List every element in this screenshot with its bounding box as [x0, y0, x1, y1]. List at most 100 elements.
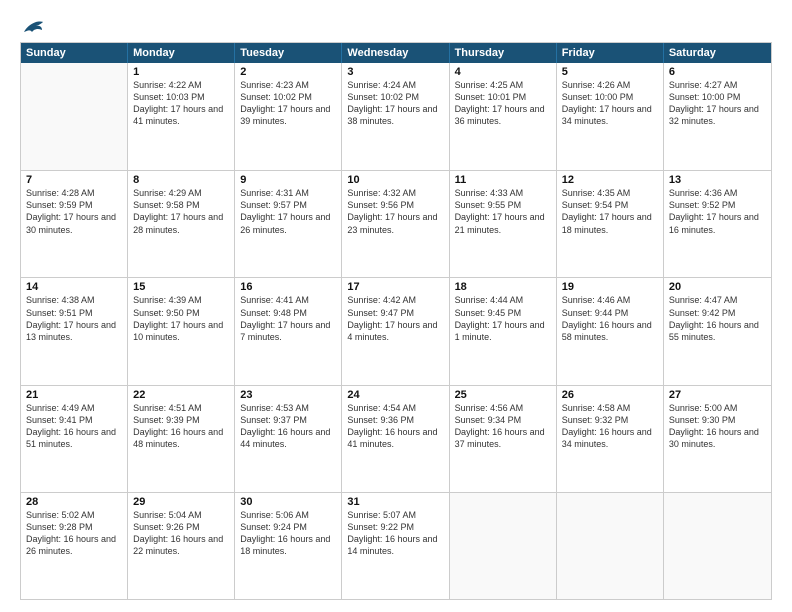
week-row-5: 28Sunrise: 5:02 AMSunset: 9:28 PMDayligh… — [21, 492, 771, 599]
header-day-monday: Monday — [128, 43, 235, 63]
day-number: 7 — [26, 174, 122, 186]
week-row-2: 7Sunrise: 4:28 AMSunset: 9:59 PMDaylight… — [21, 170, 771, 277]
day-number: 27 — [669, 389, 766, 401]
calendar-body: 1Sunrise: 4:22 AMSunset: 10:03 PMDayligh… — [21, 63, 771, 599]
day-cell-16: 16Sunrise: 4:41 AMSunset: 9:48 PMDayligh… — [235, 278, 342, 384]
week-row-1: 1Sunrise: 4:22 AMSunset: 10:03 PMDayligh… — [21, 63, 771, 170]
day-number: 11 — [455, 174, 551, 186]
day-cell-6: 6Sunrise: 4:27 AMSunset: 10:00 PMDayligh… — [664, 63, 771, 170]
calendar: SundayMondayTuesdayWednesdayThursdayFrid… — [20, 42, 772, 600]
day-cell-22: 22Sunrise: 4:51 AMSunset: 9:39 PMDayligh… — [128, 386, 235, 492]
day-cell-26: 26Sunrise: 4:58 AMSunset: 9:32 PMDayligh… — [557, 386, 664, 492]
day-info: Sunrise: 4:54 AMSunset: 9:36 PMDaylight:… — [347, 402, 443, 451]
day-cell-3: 3Sunrise: 4:24 AMSunset: 10:02 PMDayligh… — [342, 63, 449, 170]
header-day-sunday: Sunday — [21, 43, 128, 63]
day-number: 12 — [562, 174, 658, 186]
header-day-saturday: Saturday — [664, 43, 771, 63]
day-number: 22 — [133, 389, 229, 401]
day-cell-1: 1Sunrise: 4:22 AMSunset: 10:03 PMDayligh… — [128, 63, 235, 170]
day-info: Sunrise: 4:22 AMSunset: 10:03 PMDaylight… — [133, 79, 229, 128]
day-cell-7: 7Sunrise: 4:28 AMSunset: 9:59 PMDaylight… — [21, 171, 128, 277]
day-info: Sunrise: 4:58 AMSunset: 9:32 PMDaylight:… — [562, 402, 658, 451]
day-info: Sunrise: 4:46 AMSunset: 9:44 PMDaylight:… — [562, 294, 658, 343]
day-cell-13: 13Sunrise: 4:36 AMSunset: 9:52 PMDayligh… — [664, 171, 771, 277]
header-day-thursday: Thursday — [450, 43, 557, 63]
day-cell-9: 9Sunrise: 4:31 AMSunset: 9:57 PMDaylight… — [235, 171, 342, 277]
day-info: Sunrise: 4:27 AMSunset: 10:00 PMDaylight… — [669, 79, 766, 128]
logo — [20, 18, 44, 36]
day-number: 28 — [26, 496, 122, 508]
week-row-4: 21Sunrise: 4:49 AMSunset: 9:41 PMDayligh… — [21, 385, 771, 492]
day-number: 25 — [455, 389, 551, 401]
day-cell-20: 20Sunrise: 4:47 AMSunset: 9:42 PMDayligh… — [664, 278, 771, 384]
day-info: Sunrise: 5:06 AMSunset: 9:24 PMDaylight:… — [240, 509, 336, 558]
empty-cell — [664, 493, 771, 599]
day-number: 18 — [455, 281, 551, 293]
day-info: Sunrise: 4:51 AMSunset: 9:39 PMDaylight:… — [133, 402, 229, 451]
day-info: Sunrise: 4:26 AMSunset: 10:00 PMDaylight… — [562, 79, 658, 128]
header-day-tuesday: Tuesday — [235, 43, 342, 63]
day-info: Sunrise: 4:47 AMSunset: 9:42 PMDaylight:… — [669, 294, 766, 343]
day-cell-2: 2Sunrise: 4:23 AMSunset: 10:02 PMDayligh… — [235, 63, 342, 170]
day-cell-18: 18Sunrise: 4:44 AMSunset: 9:45 PMDayligh… — [450, 278, 557, 384]
day-number: 8 — [133, 174, 229, 186]
empty-cell — [450, 493, 557, 599]
day-cell-27: 27Sunrise: 5:00 AMSunset: 9:30 PMDayligh… — [664, 386, 771, 492]
day-number: 31 — [347, 496, 443, 508]
day-info: Sunrise: 5:00 AMSunset: 9:30 PMDaylight:… — [669, 402, 766, 451]
day-number: 9 — [240, 174, 336, 186]
header — [20, 18, 772, 36]
day-number: 5 — [562, 66, 658, 78]
day-cell-28: 28Sunrise: 5:02 AMSunset: 9:28 PMDayligh… — [21, 493, 128, 599]
day-info: Sunrise: 4:29 AMSunset: 9:58 PMDaylight:… — [133, 187, 229, 236]
day-number: 30 — [240, 496, 336, 508]
day-number: 19 — [562, 281, 658, 293]
day-info: Sunrise: 4:28 AMSunset: 9:59 PMDaylight:… — [26, 187, 122, 236]
day-cell-14: 14Sunrise: 4:38 AMSunset: 9:51 PMDayligh… — [21, 278, 128, 384]
day-info: Sunrise: 4:38 AMSunset: 9:51 PMDaylight:… — [26, 294, 122, 343]
empty-cell — [21, 63, 128, 170]
day-cell-25: 25Sunrise: 4:56 AMSunset: 9:34 PMDayligh… — [450, 386, 557, 492]
day-number: 4 — [455, 66, 551, 78]
day-info: Sunrise: 5:04 AMSunset: 9:26 PMDaylight:… — [133, 509, 229, 558]
day-cell-24: 24Sunrise: 4:54 AMSunset: 9:36 PMDayligh… — [342, 386, 449, 492]
day-number: 1 — [133, 66, 229, 78]
day-cell-8: 8Sunrise: 4:29 AMSunset: 9:58 PMDaylight… — [128, 171, 235, 277]
day-number: 10 — [347, 174, 443, 186]
day-info: Sunrise: 4:41 AMSunset: 9:48 PMDaylight:… — [240, 294, 336, 343]
week-row-3: 14Sunrise: 4:38 AMSunset: 9:51 PMDayligh… — [21, 277, 771, 384]
day-number: 15 — [133, 281, 229, 293]
day-info: Sunrise: 5:07 AMSunset: 9:22 PMDaylight:… — [347, 509, 443, 558]
day-cell-29: 29Sunrise: 5:04 AMSunset: 9:26 PMDayligh… — [128, 493, 235, 599]
day-info: Sunrise: 4:56 AMSunset: 9:34 PMDaylight:… — [455, 402, 551, 451]
day-number: 14 — [26, 281, 122, 293]
day-number: 6 — [669, 66, 766, 78]
day-info: Sunrise: 4:42 AMSunset: 9:47 PMDaylight:… — [347, 294, 443, 343]
day-info: Sunrise: 4:31 AMSunset: 9:57 PMDaylight:… — [240, 187, 336, 236]
day-cell-31: 31Sunrise: 5:07 AMSunset: 9:22 PMDayligh… — [342, 493, 449, 599]
day-info: Sunrise: 5:02 AMSunset: 9:28 PMDaylight:… — [26, 509, 122, 558]
day-number: 29 — [133, 496, 229, 508]
day-cell-12: 12Sunrise: 4:35 AMSunset: 9:54 PMDayligh… — [557, 171, 664, 277]
day-cell-30: 30Sunrise: 5:06 AMSunset: 9:24 PMDayligh… — [235, 493, 342, 599]
day-info: Sunrise: 4:33 AMSunset: 9:55 PMDaylight:… — [455, 187, 551, 236]
day-number: 21 — [26, 389, 122, 401]
logo-bird-icon — [22, 18, 44, 36]
day-number: 13 — [669, 174, 766, 186]
day-info: Sunrise: 4:32 AMSunset: 9:56 PMDaylight:… — [347, 187, 443, 236]
header-day-friday: Friday — [557, 43, 664, 63]
page: SundayMondayTuesdayWednesdayThursdayFrid… — [0, 0, 792, 612]
day-number: 17 — [347, 281, 443, 293]
day-info: Sunrise: 4:44 AMSunset: 9:45 PMDaylight:… — [455, 294, 551, 343]
day-number: 23 — [240, 389, 336, 401]
day-cell-11: 11Sunrise: 4:33 AMSunset: 9:55 PMDayligh… — [450, 171, 557, 277]
header-day-wednesday: Wednesday — [342, 43, 449, 63]
day-info: Sunrise: 4:25 AMSunset: 10:01 PMDaylight… — [455, 79, 551, 128]
day-cell-23: 23Sunrise: 4:53 AMSunset: 9:37 PMDayligh… — [235, 386, 342, 492]
calendar-header: SundayMondayTuesdayWednesdayThursdayFrid… — [21, 43, 771, 63]
day-cell-15: 15Sunrise: 4:39 AMSunset: 9:50 PMDayligh… — [128, 278, 235, 384]
day-info: Sunrise: 4:53 AMSunset: 9:37 PMDaylight:… — [240, 402, 336, 451]
day-number: 16 — [240, 281, 336, 293]
day-number: 26 — [562, 389, 658, 401]
day-cell-4: 4Sunrise: 4:25 AMSunset: 10:01 PMDayligh… — [450, 63, 557, 170]
